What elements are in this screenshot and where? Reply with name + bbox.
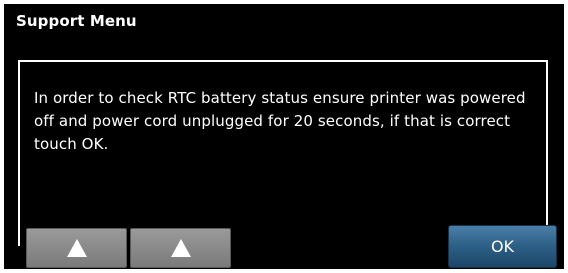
message-box: In order to check RTC battery status ens…	[18, 60, 548, 246]
scroll-up-button-2[interactable]	[130, 228, 231, 268]
support-menu-screen: Support Menu In order to check RTC batte…	[4, 4, 564, 269]
ok-button[interactable]: OK	[448, 225, 557, 268]
message-text: In order to check RTC battery status ens…	[34, 89, 526, 153]
scroll-up-button[interactable]	[26, 228, 127, 268]
page-title: Support Menu	[16, 12, 137, 30]
up-arrow-icon	[66, 239, 87, 257]
up-arrow-icon	[170, 239, 191, 257]
